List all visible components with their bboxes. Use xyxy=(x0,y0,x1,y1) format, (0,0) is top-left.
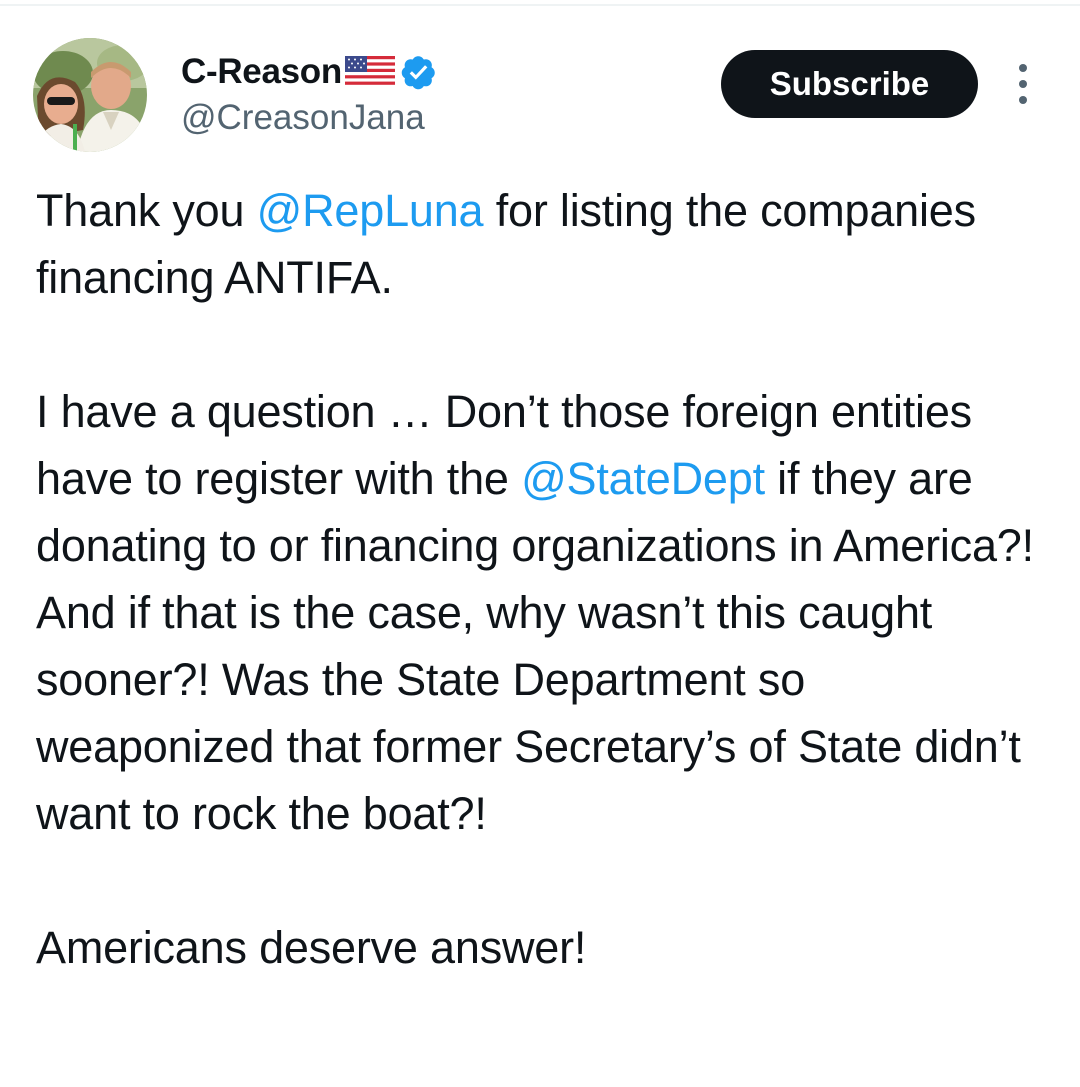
tweet-paragraph-1: Thank you @RepLuna for listing the compa… xyxy=(36,177,1046,311)
mention-link-statedept[interactable]: @StateDept xyxy=(521,453,765,504)
top-divider xyxy=(0,4,1080,6)
tweet-text-segment: Thank you xyxy=(36,185,257,236)
tweet-paragraph-3: Americans deserve answer! xyxy=(36,922,587,973)
verified-badge-icon[interactable] xyxy=(401,54,437,90)
tweet-paragraph-2: I have a question … Don’t those foreign … xyxy=(36,378,1046,847)
more-dot xyxy=(1019,96,1027,104)
tweet-text: Thank you @RepLuna for listing the compa… xyxy=(36,177,1046,981)
tweet-text-segment: if they are donating to or financing org… xyxy=(36,453,1034,839)
author-handle[interactable]: @CreasonJana xyxy=(181,98,425,138)
vertical-ellipsis-icon[interactable] xyxy=(1012,64,1034,104)
avatar[interactable] xyxy=(33,38,147,152)
subscribe-button[interactable]: Subscribe xyxy=(721,50,978,118)
mention-link-repluna[interactable]: @RepLuna xyxy=(257,185,484,236)
author-name-row: C-Reason xyxy=(181,50,437,94)
more-dot xyxy=(1019,80,1027,88)
profile-photo xyxy=(33,38,147,152)
more-dot xyxy=(1019,64,1027,72)
us-flag-icon xyxy=(344,56,395,88)
display-name[interactable]: C-Reason xyxy=(181,52,342,92)
